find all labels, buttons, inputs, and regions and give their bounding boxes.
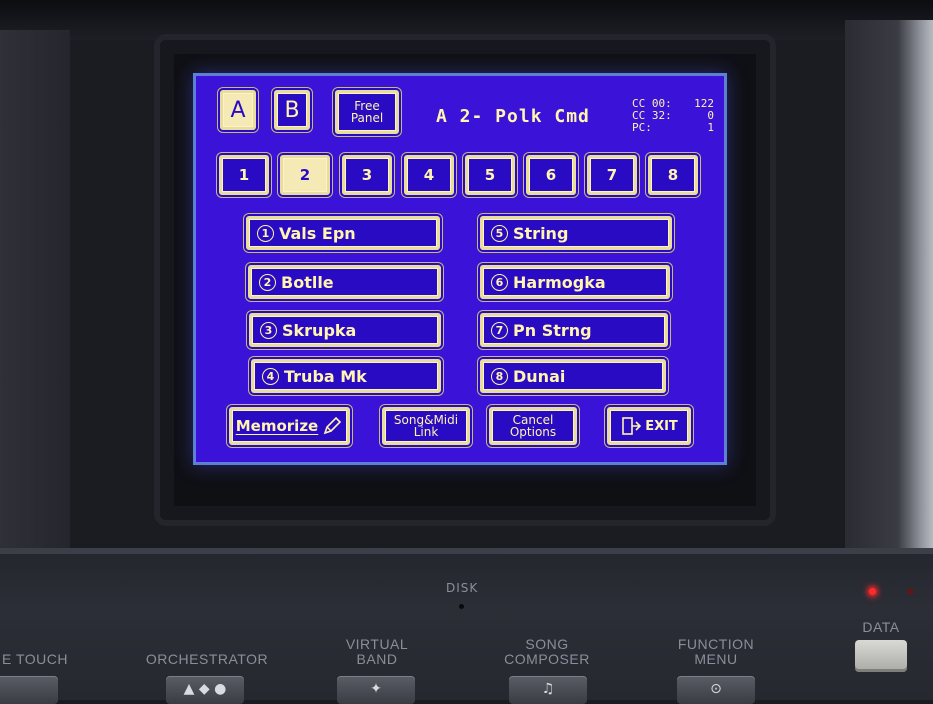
number-tab-label: 3 xyxy=(361,166,373,184)
lcd-screen: A B Free Panel A 2- Polk Cmd CC 00: 122 C… xyxy=(196,76,724,462)
status-led-off xyxy=(907,588,914,595)
voice-number-badge: 8 xyxy=(491,367,508,385)
red-status-led xyxy=(869,588,876,595)
cc-info: CC 00: 122 CC 32: 0 PC: 1 xyxy=(632,98,714,134)
number-tab-label: 2 xyxy=(299,166,311,184)
control-console xyxy=(0,548,933,700)
exit-button[interactable]: EXIT xyxy=(607,407,691,445)
voice-name: Harmogka xyxy=(513,272,606,292)
virtual-band-line2: BAND xyxy=(356,651,398,667)
voice-name: Truba Mk xyxy=(284,366,367,386)
song-composer-line2: COMPOSER xyxy=(504,651,590,667)
memorize-button[interactable]: Memorize xyxy=(229,407,350,445)
voice-number-badge: 6 xyxy=(491,273,508,291)
number-tab-label: 7 xyxy=(606,166,618,184)
voice-title: A 2- Polk Cmd xyxy=(436,106,590,127)
device-top-edge xyxy=(0,0,933,40)
voice-name: Pn Strng xyxy=(513,320,592,340)
disk-led xyxy=(459,604,464,609)
wand-icon: ✦ xyxy=(370,681,382,697)
voice-button-4[interactable]: 4 Truba Mk xyxy=(251,359,441,393)
function-menu-line2: MENU xyxy=(694,651,738,667)
voice-button-3[interactable]: 3 Skrupka xyxy=(249,313,441,347)
bank-tab-a-label: A xyxy=(230,97,246,123)
voice-button-6[interactable]: 6 Harmogka xyxy=(480,265,670,299)
voice-number-badge: 5 xyxy=(491,224,508,242)
number-tab-3[interactable]: 3 xyxy=(342,155,392,195)
function-menu-line1: FUNCTION xyxy=(677,636,755,652)
number-tab-4[interactable]: 4 xyxy=(404,155,454,195)
song-composer-line1: SONG xyxy=(525,636,569,652)
free-panel-line2: Panel xyxy=(350,111,384,125)
cancel-options-button[interactable]: Cancel Options xyxy=(489,407,577,445)
voice-number-badge: 3 xyxy=(260,321,277,339)
number-tab-2[interactable]: 2 xyxy=(280,155,330,195)
song-composer-label: SONG COMPOSER xyxy=(492,637,602,667)
number-tab-6[interactable]: 6 xyxy=(526,155,576,195)
orchestrator-label: ORCHESTRATOR xyxy=(145,651,269,667)
number-tab-label: 6 xyxy=(545,166,557,184)
number-tab-8[interactable]: 8 xyxy=(648,155,698,195)
number-tab-1[interactable]: 1 xyxy=(219,155,269,195)
voice-number-badge: 1 xyxy=(257,224,274,242)
device-right-panel xyxy=(845,20,933,550)
voice-name: String xyxy=(513,223,569,243)
data-label: DATA xyxy=(862,619,900,635)
exit-door-icon xyxy=(622,417,642,435)
bank-tab-a[interactable]: A xyxy=(220,90,256,130)
disk-label: DISK xyxy=(446,581,479,595)
pc-label: PC: xyxy=(632,121,652,134)
exit-label: EXIT xyxy=(645,418,678,434)
voice-button-5[interactable]: 5 String xyxy=(480,216,672,250)
music-score-icon: ♫ xyxy=(541,681,555,697)
number-tab-5[interactable]: 5 xyxy=(465,155,515,195)
memorize-label: Memorize xyxy=(235,417,319,435)
function-menu-label: FUNCTION MENU xyxy=(664,637,768,667)
pencil-icon xyxy=(323,416,342,435)
touch-label: E TOUCH xyxy=(2,651,68,667)
number-tab-label: 8 xyxy=(667,166,679,184)
pc-value: 1 xyxy=(707,121,714,134)
voice-number-badge: 4 xyxy=(262,367,279,385)
number-tab-label: 1 xyxy=(238,166,250,184)
voice-number-badge: 7 xyxy=(491,321,508,339)
bank-tab-b[interactable]: B xyxy=(274,90,310,130)
voice-name: Botlle xyxy=(281,272,334,292)
voice-name: Dunai xyxy=(513,366,566,386)
magnifier-icon: ⊙ xyxy=(710,681,722,697)
voice-button-1[interactable]: 1 Vals Epn xyxy=(246,216,440,250)
song-midi-line2: Link xyxy=(413,425,439,439)
voice-button-2[interactable]: 2 Botlle xyxy=(248,265,441,299)
orchestrator-symbols-icon: ▲ ◆ ● xyxy=(183,681,227,697)
voice-button-7[interactable]: 7 Pn Strng xyxy=(480,313,668,347)
bank-tab-b-label: B xyxy=(284,97,300,123)
cancel-line2: Options xyxy=(509,425,557,439)
data-hw-button[interactable] xyxy=(855,640,907,672)
virtual-band-line1: VIRTUAL xyxy=(345,636,409,652)
free-panel-button[interactable]: Free Panel xyxy=(335,90,399,134)
number-tab-7[interactable]: 7 xyxy=(587,155,637,195)
device-left-panel xyxy=(0,30,70,550)
voice-name: Vals Epn xyxy=(279,223,356,243)
voice-button-8[interactable]: 8 Dunai xyxy=(480,359,666,393)
song-midi-link-button[interactable]: Song&Midi Link xyxy=(382,407,470,445)
virtual-band-label: VIRTUAL BAND xyxy=(332,637,422,667)
console-edge xyxy=(0,548,933,554)
number-tab-label: 4 xyxy=(423,166,435,184)
voice-name: Skrupka xyxy=(282,320,357,340)
number-tab-label: 5 xyxy=(484,166,496,184)
voice-number-badge: 2 xyxy=(259,273,276,291)
